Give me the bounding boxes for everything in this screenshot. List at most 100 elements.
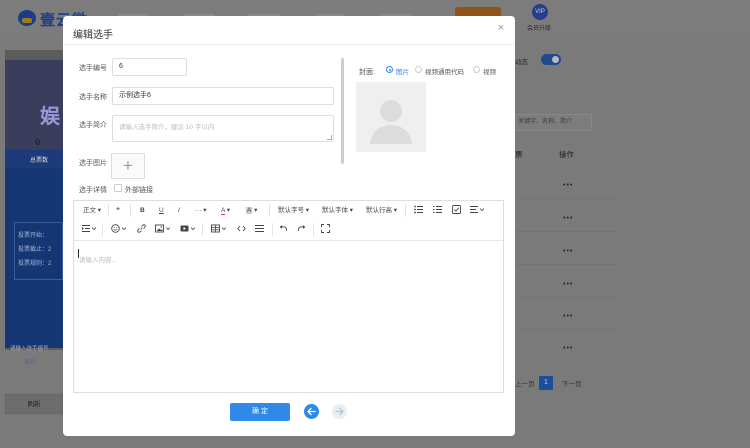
cover-radio-image[interactable]: [386, 66, 393, 73]
pager-next[interactable]: 下一页: [562, 378, 582, 388]
divider-icon[interactable]: [255, 224, 264, 235]
rich-text-editor: 正文 ▾ ❝ B U I ··· ▾ A ▾ A ▾ 默认字号 ▾ 默认字体 ▾…: [73, 200, 504, 393]
row-action-menu[interactable]: •••: [563, 215, 573, 222]
underline-button[interactable]: U: [159, 205, 164, 216]
refresh-button[interactable]: 刷新: [5, 394, 63, 414]
resize-grip-icon[interactable]: [327, 135, 332, 140]
arrow-right-icon: [335, 407, 344, 416]
table-row-divider: [515, 198, 615, 199]
italic-button[interactable]: I: [178, 205, 180, 216]
bg-color-label: A: [246, 207, 253, 214]
phone-home-label: 首页: [24, 360, 37, 366]
dialog-title: 编辑选手: [73, 30, 113, 41]
dialog-divider: [63, 44, 515, 45]
line-height-dropdown[interactable]: 默认行高 ▾: [366, 205, 397, 216]
quote-button[interactable]: ❝: [116, 205, 120, 216]
code-icon[interactable]: [237, 224, 246, 235]
cover-option-video-code[interactable]: 视频通用代码: [425, 66, 464, 76]
cover-radio-video[interactable]: [473, 66, 480, 73]
bold-button[interactable]: B: [140, 205, 145, 216]
name-label: 选手名称: [79, 94, 107, 101]
row-action-menu[interactable]: •••: [563, 182, 573, 189]
row-action-menu[interactable]: •••: [563, 248, 573, 255]
more-style-label: ···: [195, 207, 202, 214]
toolbar-separator: [313, 223, 314, 236]
form-scrollbar[interactable]: [341, 58, 344, 164]
toggle-label: 动态: [515, 59, 528, 66]
intro-placeholder: 请输入选手简介，建议 10 字以内: [119, 124, 215, 131]
row-action-menu[interactable]: •••: [563, 281, 573, 288]
edit-contestant-dialog: 编辑选手 × 选手编号 6 选手名称 示例选手6 选手简介 请输入选手简介，建议…: [63, 16, 515, 436]
video-dropdown[interactable]: [180, 224, 195, 235]
phone-info-line: 投票截止：2: [18, 247, 52, 253]
image-dropdown[interactable]: [155, 224, 170, 235]
toolbar-separator: [272, 223, 273, 236]
row-action-menu[interactable]: •••: [563, 313, 573, 320]
link-icon[interactable]: [137, 224, 146, 235]
toolbar-separator: [405, 204, 406, 217]
phone-banner-title: 娱: [40, 106, 60, 128]
toolbar-separator: [102, 223, 103, 236]
font-size-dropdown[interactable]: 默认字号 ▾: [278, 205, 309, 216]
align-dropdown[interactable]: [470, 205, 484, 216]
paragraph-label: 正文: [83, 207, 96, 214]
background-search-input[interactable]: 关键字、名称、简介: [515, 114, 592, 131]
table-row-divider: [515, 264, 615, 265]
pager-prev[interactable]: 上一页: [515, 378, 535, 388]
intro-field[interactable]: 请输入选手简介，建议 10 字以内: [112, 115, 334, 142]
bg-color-dropdown[interactable]: A ▾: [246, 205, 257, 216]
logo-mark-icon: [18, 10, 36, 26]
table-row-divider: [515, 297, 615, 298]
line-height-label: 默认行高: [366, 207, 392, 214]
external-link-checkbox[interactable]: [114, 184, 122, 192]
undo-icon[interactable]: [279, 224, 288, 235]
numbered-list-icon[interactable]: [433, 205, 442, 216]
bulleted-list-icon[interactable]: [414, 205, 423, 216]
vip-label[interactable]: 会员升级: [527, 23, 551, 32]
toolbar-separator: [202, 223, 203, 236]
confirm-button[interactable]: 确 定: [230, 403, 290, 421]
cover-option-video[interactable]: 视频: [483, 66, 496, 76]
phone-tab-label: 总票数: [30, 158, 49, 164]
cover-option-image[interactable]: 图片: [396, 66, 409, 76]
number-field[interactable]: 6: [112, 58, 187, 76]
fullscreen-icon[interactable]: [321, 224, 330, 235]
arrow-left-icon: [307, 407, 316, 416]
intro-label: 选手简介: [79, 122, 107, 129]
more-style-dropdown[interactable]: ··· ▾: [195, 205, 207, 216]
row-action-menu[interactable]: •••: [563, 345, 573, 352]
paragraph-dropdown[interactable]: 正文 ▾: [83, 205, 101, 216]
external-link-label[interactable]: 外部链接: [125, 185, 153, 195]
close-icon[interactable]: ×: [495, 22, 507, 34]
image-label: 选手图片: [79, 160, 107, 167]
name-field[interactable]: 示例选手6: [112, 87, 334, 105]
emoji-dropdown[interactable]: [111, 224, 126, 235]
font-family-label: 默认字体: [322, 207, 348, 214]
font-color-dropdown[interactable]: A ▾: [221, 205, 230, 216]
settings-toggle[interactable]: [541, 54, 561, 65]
cover-radio-video-code[interactable]: [415, 66, 422, 73]
todo-list-icon[interactable]: [452, 205, 461, 216]
phone-vote-count: 0: [35, 137, 41, 147]
editor-content-area[interactable]: 请输入内容...: [79, 254, 117, 264]
next-contestant-button[interactable]: [332, 404, 347, 419]
detail-label: 选手详情: [79, 187, 107, 194]
editor-toolbar-row-2: [74, 220, 503, 239]
table-dropdown[interactable]: [211, 224, 226, 235]
column-header-actions: 操作: [559, 150, 574, 159]
toolbar-separator: [130, 204, 131, 217]
toolbar-separator: [269, 204, 270, 217]
font-family-dropdown[interactable]: 默认字体 ▾: [322, 205, 353, 216]
avatar-placeholder-icon: [356, 82, 426, 152]
redo-icon[interactable]: [297, 224, 306, 235]
indent-dropdown[interactable]: [82, 224, 96, 235]
pager-current[interactable]: 1: [539, 376, 553, 390]
prev-contestant-button[interactable]: [304, 404, 319, 419]
column-header-votes: 票: [515, 150, 523, 159]
cover-placeholder-image[interactable]: [356, 82, 426, 152]
editor-toolbar-divider: [74, 240, 503, 241]
font-color-label: A: [221, 207, 225, 215]
image-upload-button[interactable]: +: [111, 153, 145, 179]
vip-icon[interactable]: VIP: [532, 4, 548, 20]
editor-toolbar-row-1: 正文 ▾ ❝ B U I ··· ▾ A ▾ A ▾ 默认字号 ▾ 默认字体 ▾…: [74, 201, 503, 220]
